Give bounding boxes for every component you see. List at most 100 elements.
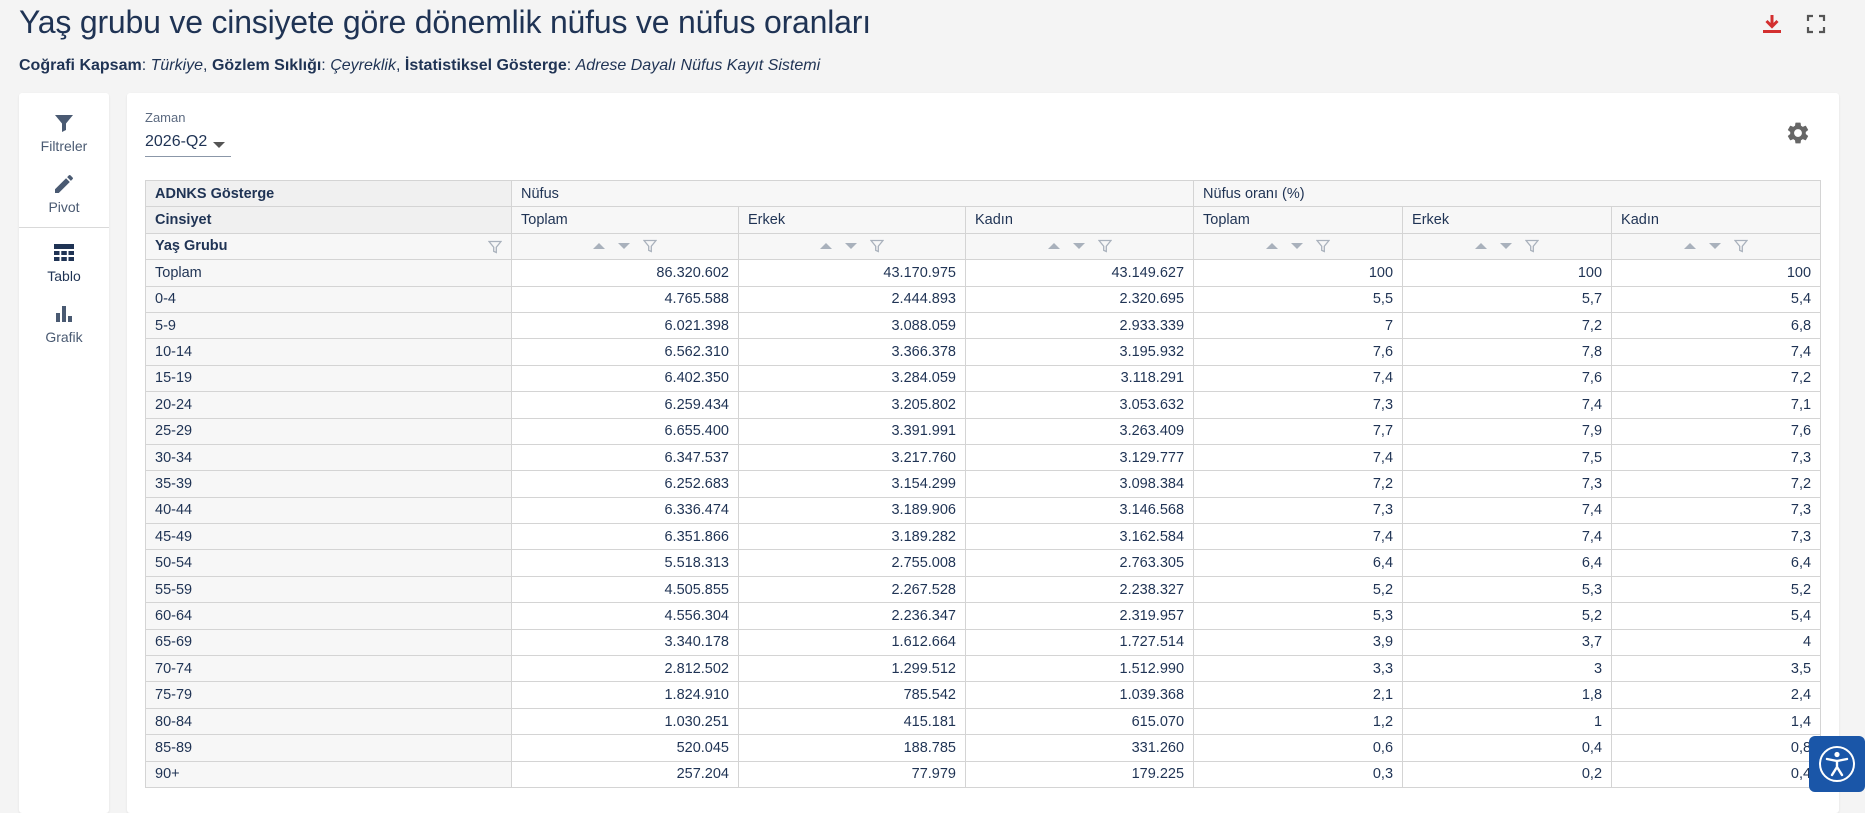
table-cell: 3.146.568 (964, 496, 1195, 525)
sidebar-divider (19, 227, 109, 228)
table-cell: 6.402.350 (511, 364, 739, 393)
row-label: 50-54 (145, 549, 512, 577)
column-header: Erkek (1402, 206, 1613, 234)
filter-icon[interactable] (870, 239, 884, 253)
table-cell: 6.259.434 (511, 391, 739, 419)
sort-descending-icon[interactable] (1709, 243, 1722, 250)
sort-ascending-icon[interactable] (1266, 243, 1279, 250)
filter-icon[interactable] (488, 240, 502, 254)
table-cell: 3,7 (1402, 628, 1613, 657)
table-cell: 5,5 (1193, 285, 1404, 313)
table-cell: 7,3 (1402, 470, 1613, 498)
table-cell: 785.542 (738, 681, 966, 709)
zaman-dropdown[interactable]: 2026-Q2 (145, 132, 231, 157)
table-cell: 3.217.760 (738, 443, 966, 472)
row-label: 5-9 (145, 311, 512, 340)
table-cell: 7,2 (1193, 470, 1404, 498)
table-cell: 2,1 (1193, 681, 1404, 709)
row-label: 45-49 (145, 523, 512, 551)
sort-descending-icon[interactable] (1291, 243, 1304, 250)
sort-descending-icon[interactable] (618, 243, 630, 250)
table-cell: 3.118.291 (964, 364, 1195, 393)
table-row: 25-29 6.655.400 3.391.991 3.263.409 7,7 7,9 7,… (145, 417, 1822, 445)
table-cell: 77.979 (738, 760, 966, 788)
header-row-gosterge: ADNKS Gösterge Nüfus Nüfus oranı (%) (145, 179, 1822, 208)
table-cell: 6,8 (1611, 311, 1822, 340)
table-row: 90+ 257.204 77.979 179.225 0,3 0,2 0,4 (145, 760, 1822, 788)
row-label: 10-14 (145, 338, 512, 366)
table-cell: 3.263.409 (964, 417, 1195, 445)
sidebar-item-tablo[interactable]: Tablo (19, 241, 109, 284)
sort-descending-icon[interactable] (1072, 243, 1085, 250)
header-cinsiyet: Cinsiyet (145, 206, 512, 234)
filter-icon[interactable] (1316, 239, 1331, 253)
column-header: Kadın (964, 206, 1195, 234)
table-cell: 7,4 (1193, 523, 1404, 551)
table-cell: 4.556.304 (511, 602, 739, 630)
table-cell: 7,3 (1611, 523, 1822, 551)
table-cell: 1.612.664 (738, 628, 966, 657)
sidebar-item-pivot[interactable]: Pivot (19, 172, 109, 215)
table-cell: 6,4 (1402, 549, 1613, 577)
table-cell: 415.181 (738, 707, 966, 736)
table-cell: 188.785 (738, 734, 966, 762)
table-cell: 3.340.178 (511, 628, 739, 657)
row-label: 25-29 (145, 417, 512, 445)
table-cell: 3.189.282 (738, 523, 966, 551)
row-label: 90+ (145, 760, 512, 788)
table-cell: 3.189.906 (738, 496, 966, 525)
column-controls (1402, 232, 1613, 261)
row-label: 20-24 (145, 391, 512, 419)
accessibility-icon (1819, 746, 1855, 782)
table-cell: 7,9 (1402, 417, 1613, 445)
table-cell: 3,5 (1611, 655, 1822, 683)
sort-ascending-icon[interactable] (593, 243, 605, 250)
table-cell: 7,4 (1193, 364, 1404, 393)
row-label: 15-19 (145, 364, 512, 393)
filter-icon[interactable] (1734, 239, 1749, 253)
table-panel: Zaman 2026-Q2 ADNKS Gösterge Nüfus Nüfus… (127, 93, 1839, 813)
table-cell: 5,4 (1611, 602, 1822, 630)
table-cell: 43.149.627 (964, 259, 1195, 287)
table-cell: 3.154.299 (738, 470, 966, 498)
table-cell: 6.562.310 (511, 338, 739, 366)
row-label: 30-34 (145, 443, 512, 472)
table-cell: 2.236.347 (738, 602, 966, 630)
table-cell: 0,2 (1402, 760, 1613, 788)
sidebar-item-filtreler[interactable]: Filtreler (19, 111, 109, 154)
sort-ascending-icon[interactable] (1475, 243, 1488, 250)
table-cell: 7,4 (1193, 443, 1404, 472)
gear-icon[interactable] (1785, 120, 1811, 146)
column-controls (1611, 232, 1822, 261)
table-cell: 6.351.866 (511, 523, 739, 551)
accessibility-button[interactable] (1809, 736, 1865, 792)
sort-ascending-icon[interactable] (1684, 243, 1697, 250)
row-label: Toplam (145, 259, 512, 287)
table-cell: 7,1 (1611, 391, 1822, 419)
table-row: 45-49 6.351.866 3.189.282 3.162.584 7,4 7,4 7,… (145, 523, 1822, 551)
filter-icon[interactable] (1097, 239, 1112, 253)
fullscreen-icon[interactable] (1802, 10, 1830, 38)
sort-descending-icon[interactable] (1500, 243, 1513, 250)
sort-ascending-icon[interactable] (820, 243, 832, 250)
table-cell: 179.225 (964, 760, 1195, 788)
table-cell: 7,8 (1402, 338, 1613, 366)
table-cell: 1.824.910 (511, 681, 739, 709)
sort-descending-icon[interactable] (845, 243, 857, 250)
page-metadata: Coğrafi Kapsam: Türkiye, Gözlem Sıklığı:… (19, 57, 821, 74)
column-controls (964, 232, 1195, 261)
sort-ascending-icon[interactable] (1047, 243, 1060, 250)
table-cell: 3.284.059 (738, 364, 966, 393)
gosterge-label: İstatistiksel Gösterge (404, 57, 567, 74)
chevron-down-icon (213, 142, 225, 148)
table-cell: 7,4 (1611, 338, 1822, 366)
sidebar-item-grafik[interactable]: Grafik (19, 302, 109, 345)
table-cell: 1,8 (1402, 681, 1613, 709)
table-row: 70-74 2.812.502 1.299.512 1.512.990 3,3 3 3,5 (145, 655, 1822, 683)
filter-icon[interactable] (643, 239, 657, 253)
table-cell: 86.320.602 (511, 259, 739, 287)
filter-icon[interactable] (1525, 239, 1540, 253)
table-row: 55-59 4.505.855 2.267.528 2.238.327 5,2 5,3 5,… (145, 575, 1822, 604)
sidebar-item-label: Pivot (48, 199, 80, 215)
download-icon[interactable] (1758, 10, 1786, 38)
